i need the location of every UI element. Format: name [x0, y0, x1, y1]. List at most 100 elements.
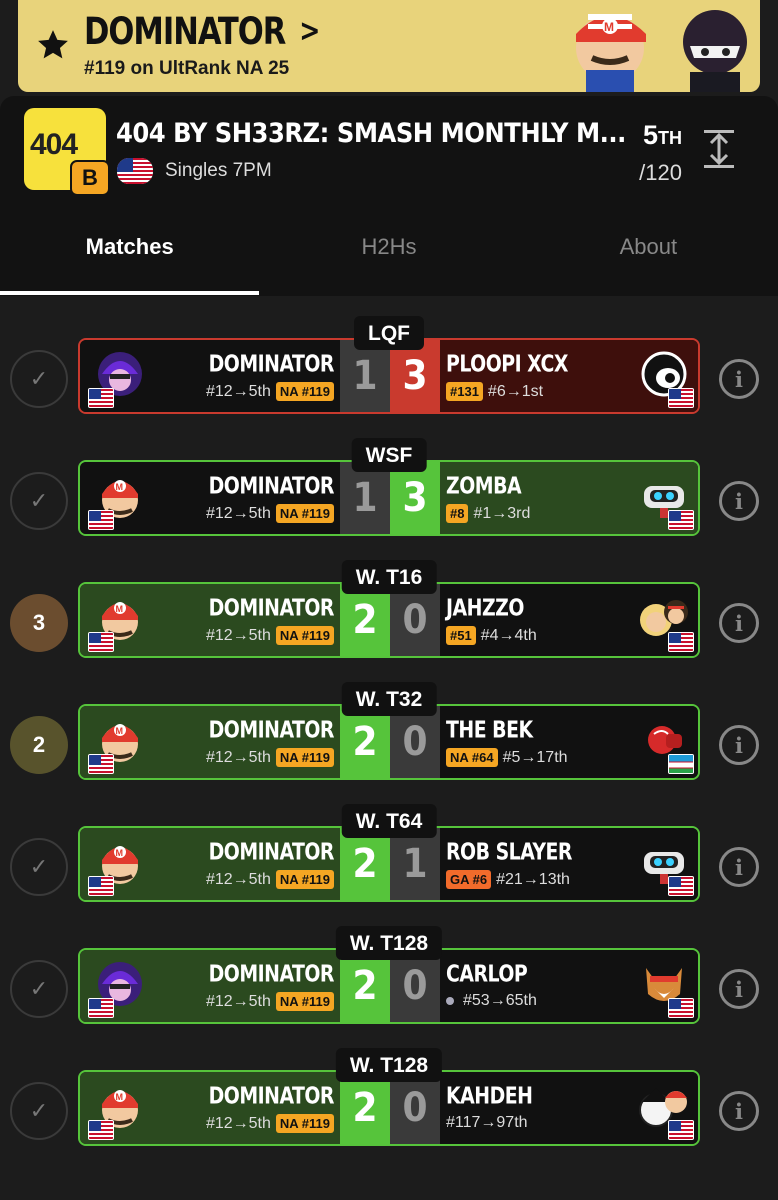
check-icon[interactable]: ✓ — [10, 960, 68, 1018]
seed-text: #12→5th — [205, 1114, 271, 1132]
us-flag-icon — [117, 158, 153, 184]
player-one-info: #12→5th NA #119 — [206, 626, 334, 645]
player-one-info: #12→5th NA #119 — [206, 504, 334, 523]
player-two-name[interactable]: KAHDEH — [446, 1082, 533, 1109]
tab-bar: Matches H2Hs About — [0, 230, 778, 296]
check-icon[interactable]: ✓ — [10, 838, 68, 896]
rank-tag: NA #119 — [275, 992, 334, 1011]
player-one: M DOMINATOR #12→5th NA #119 — [80, 462, 340, 534]
player-two: ZOMBA #8 #1→3rd — [440, 462, 698, 534]
player-two: CARLOP #53→65th — [440, 950, 698, 1022]
player-two-name[interactable]: PLOOPI XCX — [446, 350, 568, 377]
rank-tag: #51 — [446, 626, 476, 645]
round-label: W. T128 — [335, 926, 443, 960]
collapse-icon[interactable] — [702, 128, 736, 170]
uz-flag-icon — [668, 754, 694, 774]
seed-text: #12→5th — [205, 992, 271, 1010]
info-icon[interactable]: i — [719, 969, 759, 1009]
seed-text: #117→97th — [446, 1114, 528, 1131]
info-icon[interactable]: i — [719, 725, 759, 765]
banner-name-text: DOMINATOR — [84, 10, 286, 54]
us-flag-icon — [88, 388, 114, 408]
player-banner[interactable]: DOMINATOR > #119 on UltRank NA 25 M — [18, 0, 760, 92]
match-row[interactable]: 2 M DOMINATOR #12→5th NA #119 2 0 THE BEK NA #64… — [0, 682, 778, 804]
info-icon[interactable]: i — [719, 847, 759, 887]
player-two-name[interactable]: ROB SLAYER — [446, 838, 572, 865]
round-label: W. T32 — [341, 682, 437, 716]
check-icon[interactable]: ✓ — [10, 350, 68, 408]
info-icon[interactable]: i — [719, 603, 759, 643]
player-one: DOMINATOR #12→5th NA #119 — [80, 340, 340, 412]
match-row[interactable]: 3 M DOMINATOR #12→5th NA #119 2 0 JAHZZO #51 #4→4… — [0, 560, 778, 682]
tournament-logo[interactable]: 404 B — [24, 108, 110, 196]
player-two-name[interactable]: THE BEK — [446, 716, 533, 743]
character-art: M — [576, 10, 747, 92]
player-two-info: NA #64 #5→17th — [446, 748, 568, 767]
match-row[interactable]: ✓ M DOMINATOR #12→5th NA #119 2 0 KAHDEH #117→97… — [0, 1048, 778, 1170]
chevron-right-icon: > — [299, 12, 320, 49]
info-icon[interactable]: i — [719, 359, 759, 399]
match-row[interactable]: ✓ M DOMINATOR #12→5th NA #119 2 1 ROB SLAYER GA … — [0, 804, 778, 926]
seed-text: #21→13th — [496, 870, 570, 888]
tab-h2hs[interactable]: H2Hs — [259, 230, 518, 296]
player-two-score: 0 — [390, 950, 440, 1022]
player-two: PLOOPI XCX #131 #6→1st — [440, 340, 698, 412]
match-row[interactable]: ✓ M DOMINATOR #12→5th NA #119 1 3 ZOMBA #8 #1→3rd… — [0, 438, 778, 560]
round-label: WSF — [351, 438, 427, 472]
player-two-info: #131 #6→1st — [446, 382, 543, 401]
svg-text:M: M — [116, 604, 124, 614]
tab-about[interactable]: About — [519, 230, 778, 296]
player-one-info: #12→5th NA #119 — [206, 1114, 334, 1133]
player-two-info: GA #6 #21→13th — [446, 870, 570, 889]
rank-tag: NA #119 — [275, 870, 334, 889]
player-two-score: 3 — [390, 340, 440, 412]
us-flag-icon — [88, 632, 114, 652]
player-one-name[interactable]: DOMINATOR — [209, 716, 335, 743]
seed-text: #5→17th — [502, 748, 568, 766]
player-two: KAHDEH #117→97th — [440, 1072, 698, 1144]
player-one: M DOMINATOR #12→5th NA #119 — [80, 1072, 340, 1144]
tournament-title[interactable]: 404 BY SH33RZ: SMASH MONTHLY M... — [116, 118, 626, 149]
us-flag-icon — [668, 510, 694, 530]
check-icon[interactable]: ✓ — [10, 1082, 68, 1140]
player-two-name[interactable]: CARLOP — [446, 960, 528, 987]
rank-tag: NA #119 — [275, 1114, 334, 1133]
player-one-name[interactable]: DOMINATOR — [209, 350, 335, 377]
placement-bubble: 3 — [10, 594, 68, 652]
us-flag-icon — [668, 632, 694, 652]
player-two-score: 0 — [390, 584, 440, 656]
player-two-score: 0 — [390, 706, 440, 778]
tab-matches[interactable]: Matches — [0, 230, 259, 296]
player-two-name[interactable]: ZOMBA — [446, 472, 522, 499]
check-icon[interactable]: ✓ — [10, 472, 68, 530]
entrant-count: /120 — [639, 160, 682, 185]
info-icon[interactable]: i — [719, 481, 759, 521]
player-one-name[interactable]: DOMINATOR — [209, 1082, 335, 1109]
player-one-info: #12→5th NA #119 — [206, 992, 334, 1011]
player-one-name[interactable]: DOMINATOR — [209, 472, 335, 499]
player-one-name[interactable]: DOMINATOR — [209, 594, 335, 621]
placement-number: 5 — [642, 120, 658, 150]
match-row[interactable]: ✓ DOMINATOR #12→5th NA #119 1 3 PLOOPI XCX #131… — [0, 316, 778, 438]
player-two: ROB SLAYER GA #6 #21→13th — [440, 828, 698, 900]
player-two-info: #8 #1→3rd — [446, 504, 530, 523]
player-one-score: 1 — [340, 462, 390, 534]
svg-text:M: M — [116, 482, 124, 492]
player-two-score: 0 — [390, 1072, 440, 1144]
player-one-info: #12→5th NA #119 — [206, 870, 334, 889]
player-one-name[interactable]: DOMINATOR — [209, 960, 335, 987]
match-row[interactable]: ✓ DOMINATOR #12→5th NA #119 2 0 CARLOP #53→65th… — [0, 926, 778, 1048]
player-two-name[interactable]: JAHZZO — [446, 594, 524, 621]
player-two-info: #51 #4→4th — [446, 626, 537, 645]
seed-text: #12→5th — [205, 626, 271, 644]
info-icon[interactable]: i — [719, 1091, 759, 1131]
player-one-info: #12→5th NA #119 — [206, 748, 334, 767]
banner-player-name: DOMINATOR > — [84, 10, 320, 54]
player-one-name[interactable]: DOMINATOR — [209, 838, 335, 865]
active-tab-indicator — [0, 291, 259, 295]
app-screen: DOMINATOR > #119 on UltRank NA 25 M 404 B — [0, 0, 778, 1200]
us-flag-icon — [668, 388, 694, 408]
seed-text: #4→4th — [480, 626, 537, 644]
rank-tag: NA #119 — [275, 504, 334, 523]
round-label: W. T128 — [335, 1048, 443, 1082]
